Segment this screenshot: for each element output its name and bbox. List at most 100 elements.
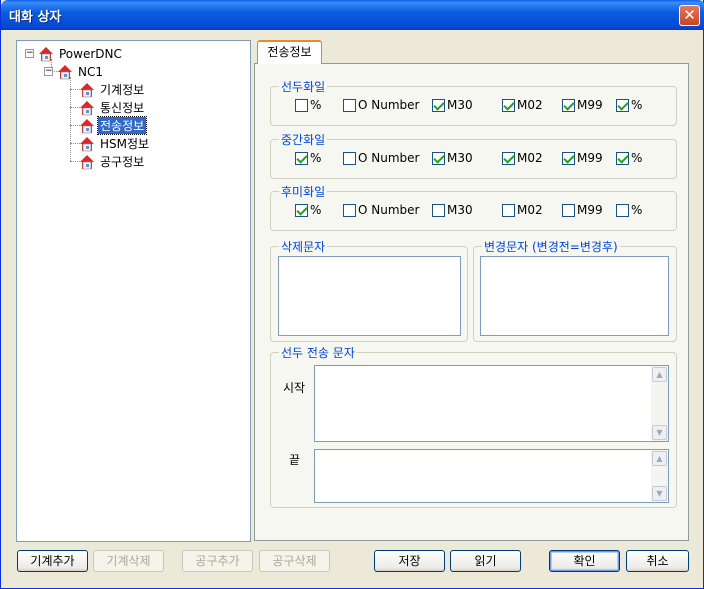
checked-box-icon[interactable] (616, 151, 629, 165)
house-icon (58, 64, 72, 79)
leading-option-checkbox[interactable]: % (295, 98, 321, 112)
scroll-up-icon[interactable]: ▲ (652, 367, 667, 382)
tab-transfer-info[interactable]: 전송정보 (257, 40, 322, 64)
scroll-down-icon[interactable]: ▼ (652, 425, 667, 440)
leading-option-checkbox[interactable]: % (616, 98, 642, 112)
tree-item[interactable]: HSM정보 (79, 135, 151, 152)
group-title: 선두화일 (279, 78, 328, 95)
group-title: 변경문자 (변경전=변경후) (482, 238, 620, 255)
delete-tool-button[interactable]: 공구삭제 (259, 550, 330, 572)
replace-chars-group: 변경문자 (변경전=변경후) (473, 238, 677, 342)
checkbox-label: M30 (447, 151, 473, 165)
title-bar[interactable]: 대화 상자 ✕ (1, 0, 704, 30)
end-text-input[interactable]: ▲ ▼ (314, 449, 669, 503)
leading-option-checkbox[interactable]: M02 (502, 98, 543, 112)
trailing-option-checkbox[interactable]: M99 (562, 203, 603, 217)
scrollbar[interactable]: ▲ ▼ (651, 450, 668, 502)
unchecked-box-icon[interactable] (562, 203, 575, 217)
cancel-button[interactable]: 취소 (626, 550, 689, 572)
save-button[interactable]: 저장 (374, 550, 445, 572)
checked-box-icon[interactable] (562, 98, 575, 112)
tree-item[interactable]: 전송정보 (79, 116, 148, 135)
tree-item-label: 기계정보 (100, 83, 145, 97)
tree-item[interactable]: 통신정보 (79, 99, 146, 116)
tree-item-label: 전송정보 (96, 116, 148, 135)
collapse-icon[interactable]: − (25, 49, 34, 58)
checked-box-icon[interactable] (502, 151, 515, 165)
scroll-up-icon[interactable]: ▲ (652, 451, 667, 466)
checkbox-label: M30 (447, 98, 473, 112)
group-title: 선두 전송 문자 (279, 344, 357, 361)
leading-option-checkbox[interactable]: M30 (432, 98, 473, 112)
house-icon (80, 154, 94, 169)
checked-box-icon[interactable] (432, 151, 445, 165)
checked-box-icon[interactable] (432, 98, 445, 112)
close-icon[interactable]: ✕ (679, 5, 700, 26)
middle-option-checkbox[interactable]: M30 (432, 151, 473, 165)
tree-item[interactable]: 기계정보 (79, 81, 146, 98)
delete-machine-button[interactable]: 기계삭제 (93, 550, 164, 572)
checkbox-label: % (310, 151, 322, 165)
tab-panel: 선두화일 % O Number M30 M02 M99% 중간화일 % O Number M… (254, 63, 689, 541)
read-button[interactable]: 읽기 (450, 550, 521, 572)
leading-transfer-group: 선두 전송 문자 시작 ▲ ▼ 끝 ▲ ▼ (270, 344, 677, 508)
tree-item-label: HSM정보 (100, 137, 150, 151)
middle-option-checkbox[interactable]: M99 (562, 151, 603, 165)
leading-file-group: 선두화일 % O Number M30 M02 M99% (270, 78, 677, 126)
checkbox-label: O Number (358, 98, 420, 112)
house-icon (80, 136, 94, 151)
tree-item[interactable]: 공구정보 (79, 153, 146, 170)
unchecked-box-icon[interactable] (343, 203, 356, 217)
middle-option-checkbox[interactable]: % (295, 151, 321, 165)
add-machine-button[interactable]: 기계추가 (17, 550, 88, 572)
checked-box-icon[interactable] (295, 203, 308, 217)
ok-button[interactable]: 확인 (549, 550, 620, 572)
start-label: 시작 (283, 381, 306, 395)
middle-option-checkbox[interactable]: M02 (502, 151, 543, 165)
checked-box-icon[interactable] (502, 98, 515, 112)
checkbox-label: M02 (517, 98, 543, 112)
unchecked-box-icon[interactable] (343, 98, 356, 112)
trailing-option-checkbox[interactable]: M02 (502, 203, 543, 217)
add-tool-button[interactable]: 공구추가 (182, 550, 253, 572)
tree-item-label: 공구정보 (100, 155, 145, 169)
middle-option-checkbox[interactable]: O Number (343, 151, 419, 165)
replace-chars-input[interactable] (480, 256, 669, 336)
trailing-option-checkbox[interactable]: % (616, 203, 642, 217)
collapse-icon[interactable]: − (44, 67, 53, 76)
checked-box-icon[interactable] (295, 151, 308, 165)
trailing-option-checkbox[interactable]: % (295, 203, 321, 217)
trailing-option-checkbox[interactable]: O Number (343, 203, 419, 217)
delete-chars-input[interactable] (278, 256, 461, 336)
machine-tree[interactable]: − PowerDNC − NC1 기계정보통신정보 전송정보 HSM정보공구정보 (16, 40, 251, 542)
checkbox-label: % (631, 151, 643, 165)
unchecked-box-icon[interactable] (295, 98, 308, 112)
checkbox-label: % (631, 203, 643, 217)
tree-node-nc[interactable]: − NC1 (44, 63, 105, 80)
unchecked-box-icon[interactable] (432, 203, 445, 217)
house-icon (39, 46, 53, 61)
group-title: 후미화일 (279, 183, 328, 200)
leading-option-checkbox[interactable]: M99 (562, 98, 603, 112)
middle-file-group: 중간화일 % O Number M30 M02 M99% (270, 131, 677, 179)
checkbox-label: M99 (577, 98, 603, 112)
checkbox-label: O Number (358, 203, 420, 217)
start-text-input[interactable]: ▲ ▼ (314, 365, 669, 442)
group-title: 삭제문자 (279, 238, 328, 255)
checkbox-label: M99 (577, 151, 603, 165)
checkbox-label: O Number (358, 151, 420, 165)
scrollbar[interactable]: ▲ ▼ (651, 366, 668, 441)
unchecked-box-icon[interactable] (502, 203, 515, 217)
trailing-file-group: 후미화일 % O Number M30 M02 M99% (270, 183, 677, 231)
scroll-down-icon[interactable]: ▼ (652, 486, 667, 501)
unchecked-box-icon[interactable] (616, 203, 629, 217)
end-label: 끝 (289, 453, 301, 467)
checked-box-icon[interactable] (562, 151, 575, 165)
unchecked-box-icon[interactable] (343, 151, 356, 165)
tree-node-root[interactable]: − PowerDNC (25, 45, 124, 62)
checkbox-label: % (310, 98, 322, 112)
middle-option-checkbox[interactable]: % (616, 151, 642, 165)
trailing-option-checkbox[interactable]: M30 (432, 203, 473, 217)
checked-box-icon[interactable] (616, 98, 629, 112)
leading-option-checkbox[interactable]: O Number (343, 98, 419, 112)
